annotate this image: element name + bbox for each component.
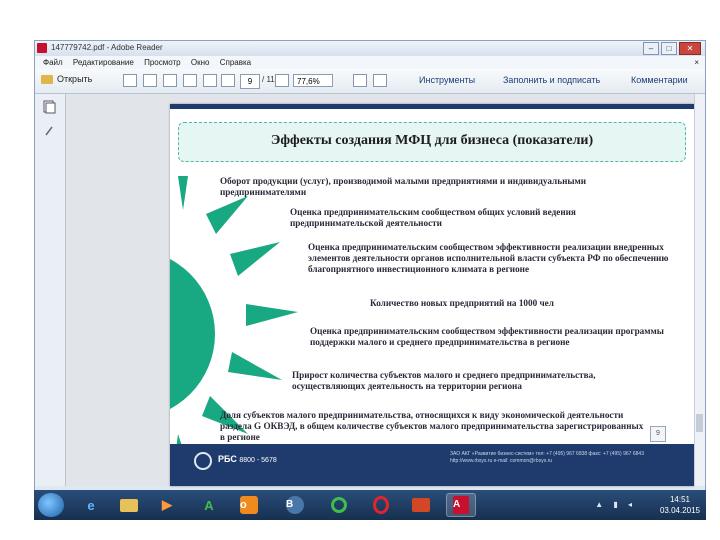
pdf-page: Эффекты создания МФЦ для бизнеса (показа… xyxy=(170,104,694,486)
taskbar-opera-icon[interactable] xyxy=(366,493,396,517)
document-viewer[interactable]: Эффекты создания МФЦ для бизнеса (показа… xyxy=(66,94,696,486)
navigation-panel xyxy=(35,94,66,486)
menu-view[interactable]: Просмотр xyxy=(144,56,181,69)
comments-tab[interactable]: Комментарии xyxy=(631,75,688,85)
clock-date: 03.04.2015 xyxy=(659,506,700,515)
system-tray-icons[interactable]: ▲ ▮ ◂ xyxy=(595,500,636,509)
minimize-button[interactable]: – xyxy=(643,42,659,55)
zoom-out-icon[interactable] xyxy=(275,74,289,87)
slide-footer: РБС 8800 - 5678 ЗАО АКГ «Развитие бизнес… xyxy=(170,444,694,486)
create-pdf-icon[interactable] xyxy=(123,74,137,87)
fill-sign-tab[interactable]: Заполнить и подписать xyxy=(503,75,600,85)
window-controls: – □ ✕ xyxy=(643,42,701,55)
indicator-item: Доля субъектов малого предпринимательств… xyxy=(220,410,644,442)
fit-page-icon[interactable] xyxy=(353,74,367,87)
title-bar[interactable]: 147779742.pdf - Adobe Reader – □ ✕ xyxy=(35,41,705,56)
zoom-input[interactable]: 77,6% xyxy=(293,74,333,87)
maximize-button[interactable]: □ xyxy=(661,42,677,55)
menu-window[interactable]: Окно xyxy=(191,56,210,69)
toolbar: Открыть 9 / 11 77,6% Инструменты Заполни… xyxy=(35,69,705,94)
menu-file[interactable]: Файл xyxy=(43,56,63,69)
indicator-item: Прирост количества субъектов малого и ср… xyxy=(292,370,596,391)
adobe-reader-icon xyxy=(37,43,47,53)
taskbar-media-icon[interactable]: ▶ xyxy=(152,493,182,517)
taskbar-acrobat-icon[interactable]: A xyxy=(446,493,476,517)
attachment-icon[interactable] xyxy=(42,124,56,138)
windows-taskbar: e ▶ A o B A ▲ ▮ ◂ 14:51 03.04.2015 xyxy=(34,490,706,520)
indicator-item: Количество новых предприятий на 1000 чел xyxy=(370,298,554,308)
taskbar-vk-icon[interactable]: B xyxy=(280,493,310,517)
taskbar-a-icon[interactable]: A xyxy=(194,493,224,517)
page-number-input[interactable]: 9 xyxy=(240,74,260,89)
prev-page-icon[interactable] xyxy=(221,74,235,87)
menu-help[interactable]: Справка xyxy=(220,56,251,69)
taskbar-presentation-icon[interactable] xyxy=(406,493,436,517)
menu-bar: Файл Редактирование Просмотр Окно Справк… xyxy=(35,56,705,70)
close-document-button[interactable]: × xyxy=(694,56,699,69)
taskbar-ok-icon[interactable]: o xyxy=(234,493,264,517)
close-button[interactable]: ✕ xyxy=(679,42,701,55)
scroll-thumb[interactable] xyxy=(696,414,703,432)
start-button[interactable] xyxy=(38,493,64,517)
taskbar-explorer-icon[interactable] xyxy=(114,493,144,517)
open-button[interactable]: Открыть xyxy=(41,74,92,84)
footer-contacts: ЗАО АКГ «Развитие бизнес-систем» тел: +7… xyxy=(450,451,644,464)
pages-icon[interactable] xyxy=(42,100,56,114)
email-icon[interactable] xyxy=(203,74,217,87)
rbs-logo-icon xyxy=(194,452,212,470)
print-icon[interactable] xyxy=(143,74,157,87)
indicator-item: Оценка предпринимательским сообществом э… xyxy=(308,242,669,274)
folder-icon xyxy=(41,74,53,84)
window-title: 147779742.pdf - Adobe Reader xyxy=(51,43,163,52)
indicator-item: Оценка предпринимательским сообществом э… xyxy=(310,326,664,347)
desktop: 147779742.pdf - Adobe Reader – □ ✕ Файл … xyxy=(0,0,720,540)
clock-time: 14:51 xyxy=(669,495,690,504)
slide-title-box: Эффекты создания МФЦ для бизнеса (показа… xyxy=(178,122,686,162)
adobe-reader-window: 147779742.pdf - Adobe Reader – □ ✕ Файл … xyxy=(34,40,706,520)
cloud-icon[interactable] xyxy=(183,74,197,87)
slide-title: Эффекты создания МФЦ для бизнеса (показа… xyxy=(270,133,594,148)
slide-page-number: 9 xyxy=(650,426,666,442)
tools-tab[interactable]: Инструменты xyxy=(419,75,475,85)
vertical-scrollbar[interactable] xyxy=(694,94,705,486)
edit-icon[interactable] xyxy=(163,74,177,87)
menu-edit[interactable]: Редактирование xyxy=(73,56,134,69)
page-total: / 11 xyxy=(262,75,275,84)
indicator-item: Оценка предпринимательским сообществом о… xyxy=(290,207,576,228)
taskbar-ie-icon[interactable]: e xyxy=(76,493,106,517)
clock[interactable]: 14:51 03.04.2015 xyxy=(660,494,700,516)
taskbar-chat-icon[interactable] xyxy=(324,493,354,517)
indicator-item: Оборот продукции (услуг), производимой м… xyxy=(220,176,587,197)
open-label: Открыть xyxy=(57,74,93,84)
comment-icon[interactable] xyxy=(373,74,387,87)
footer-brand: РБС 8800 - 5678 xyxy=(218,454,277,464)
